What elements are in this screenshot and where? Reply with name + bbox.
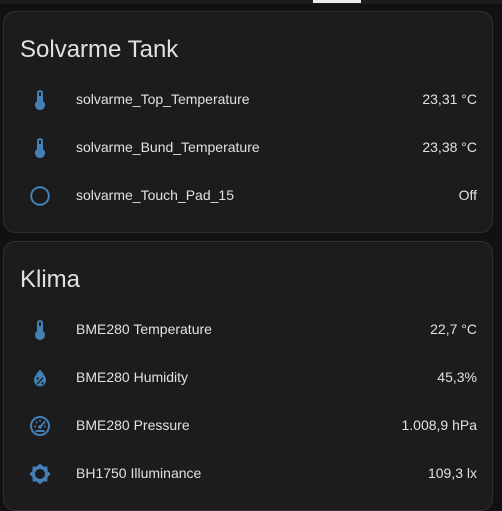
gauge-icon xyxy=(28,414,52,438)
card-solvarme-tank: Solvarme Tank solvarme_Top_Temperature 2… xyxy=(3,11,493,233)
entity-name: BME280 Temperature xyxy=(76,321,212,337)
entity-row-bme280-temperature[interactable]: BME280 Temperature 22,7 °C xyxy=(4,306,492,354)
card-klima: Klima BME280 Temperature 22,7 °C BME280 … xyxy=(3,241,493,511)
thermometer-icon xyxy=(28,136,52,160)
entity-row-bme280-pressure[interactable]: BME280 Pressure 1.008,9 hPa xyxy=(4,402,492,450)
card-title: Solvarme Tank xyxy=(20,36,179,63)
entity-name: solvarme_Touch_Pad_15 xyxy=(76,187,234,203)
entity-name: BME280 Humidity xyxy=(76,369,189,385)
entity-row-touch-pad[interactable]: solvarme_Touch_Pad_15 Off xyxy=(4,172,492,220)
entity-row-bund-temperature[interactable]: solvarme_Bund_Temperature 23,38 °C xyxy=(4,124,492,172)
active-tab-indicator xyxy=(313,0,361,3)
entity-state: Off xyxy=(458,187,477,203)
entity-name: BME280 Pressure xyxy=(76,417,190,433)
thermometer-icon xyxy=(28,318,52,342)
entity-state: 23,31 °C xyxy=(422,91,477,107)
entity-name: solvarme_Bund_Temperature xyxy=(76,139,260,155)
entity-state: 23,38 °C xyxy=(422,139,477,155)
entity-state: 109,3 lx xyxy=(427,465,477,481)
card-title: Klima xyxy=(20,266,81,293)
top-bar xyxy=(0,0,502,4)
water-percent-icon xyxy=(28,366,52,390)
brightness-icon xyxy=(28,462,52,486)
entity-state: 1.008,9 hPa xyxy=(401,417,477,433)
entity-state: 22,7 °C xyxy=(430,321,477,337)
entity-state: 45,3% xyxy=(437,369,477,385)
entity-row-top-temperature[interactable]: solvarme_Top_Temperature 23,31 °C xyxy=(4,76,492,124)
thermometer-icon xyxy=(28,88,52,112)
entity-row-bh1750-illuminance[interactable]: BH1750 Illuminance 109,3 lx xyxy=(4,450,492,498)
circle-outline-icon xyxy=(28,184,52,208)
entity-name: BH1750 Illuminance xyxy=(76,465,202,481)
entity-row-bme280-humidity[interactable]: BME280 Humidity 45,3% xyxy=(4,354,492,402)
entity-name: solvarme_Top_Temperature xyxy=(76,91,250,107)
